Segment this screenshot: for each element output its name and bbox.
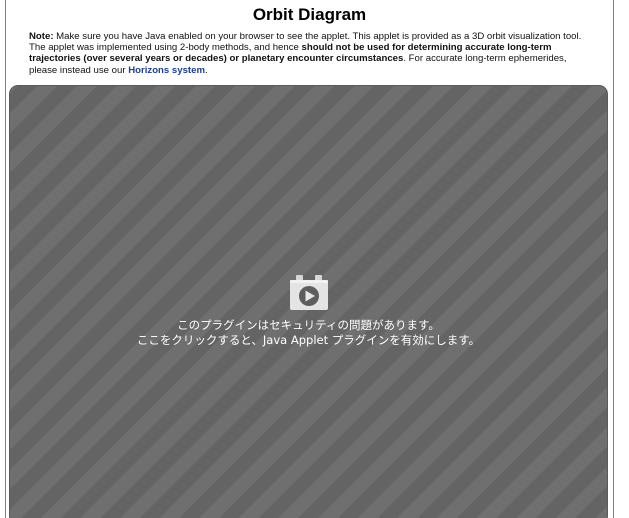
right-gutter xyxy=(614,0,629,518)
page-title: Orbit Diagram xyxy=(252,5,367,24)
left-border xyxy=(5,0,6,518)
java-applet-plugin-placeholder[interactable]: このプラグインはセキュリティの問題があります。 ここをクリックすると、Java … xyxy=(9,85,608,518)
page: Orbit Diagram Note: Make sure you have J… xyxy=(0,0,629,518)
horizons-system-link[interactable]: Horizons system xyxy=(128,65,205,76)
note-label: Note: xyxy=(29,31,54,42)
plugin-play-icon xyxy=(290,275,328,310)
plugin-message-line-1: このプラグインはセキュリティの問題があります。 xyxy=(177,318,440,332)
note-text-3: . xyxy=(204,64,208,76)
java-note: Note: Make sure you have Java enabled on… xyxy=(29,31,589,76)
plugin-message: このプラグインはセキュリティの問題があります。 ここをクリックすると、Java … xyxy=(9,318,608,348)
plugin-message-line-2: ここをクリックすると、Java Applet プラグインを有効にします。 xyxy=(136,333,481,347)
top-strip xyxy=(0,0,629,4)
